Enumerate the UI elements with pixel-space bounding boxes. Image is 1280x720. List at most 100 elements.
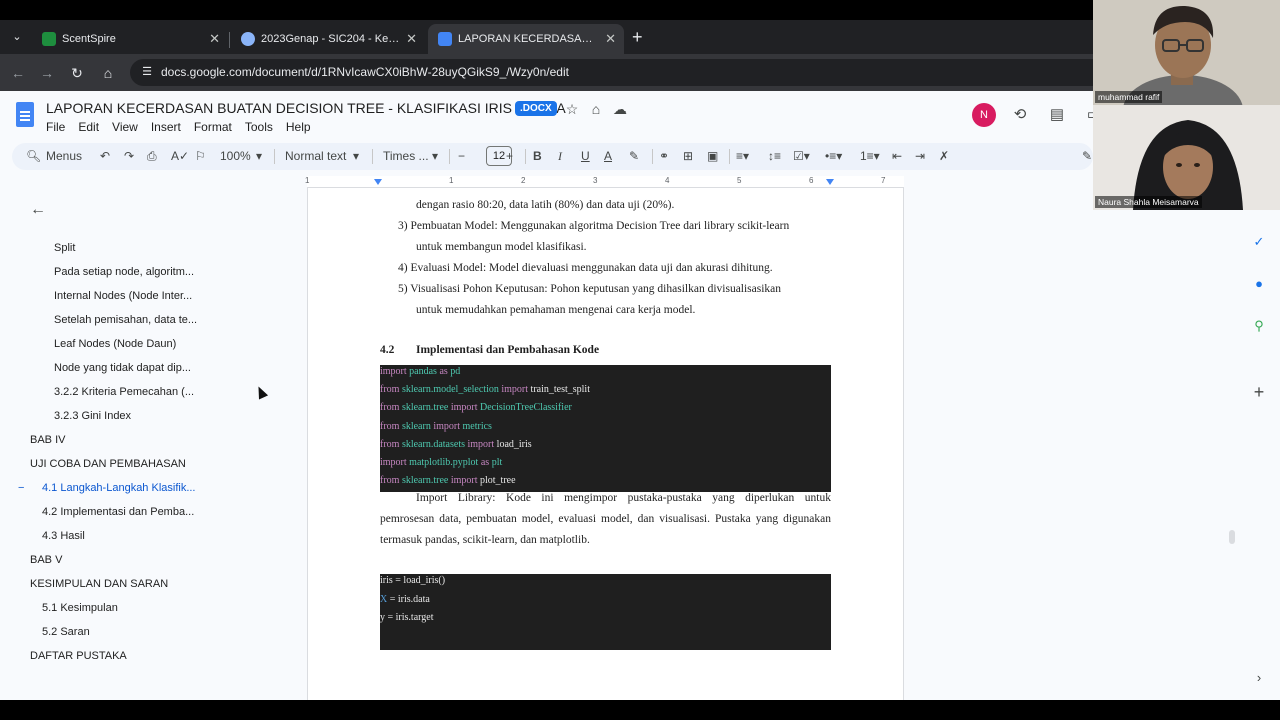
maps-icon[interactable]: ⚲ — [1251, 318, 1267, 334]
browser-tab-active[interactable]: LAPORAN KECERDASAN BUATAN ✕ — [428, 24, 624, 54]
close-outline-arrow-icon[interactable]: ← — [30, 201, 46, 219]
outline-item[interactable]: DAFTAR PUSTAKA — [30, 650, 127, 662]
increase-font-size-icon[interactable]: + — [506, 147, 513, 165]
outline-item[interactable]: BAB IV — [30, 434, 65, 446]
print-icon[interactable]: ⎙ — [147, 147, 157, 165]
close-tab-icon[interactable]: ✕ — [406, 24, 417, 54]
right-indent-marker[interactable] — [826, 179, 834, 185]
menu-edit[interactable]: Edit — [78, 120, 99, 134]
line-spacing-icon[interactable]: ↕≡ — [768, 147, 781, 165]
expand-panel-chevron-icon[interactable]: › — [1251, 670, 1267, 686]
redo-icon[interactable]: ↷ — [124, 147, 134, 165]
outline-item[interactable]: 4.2 Implementasi dan Pemba... — [42, 506, 194, 518]
address-bar[interactable]: ☰ docs.google.com/document/d/1RNvIcawCX0… — [130, 59, 1093, 86]
cloud-status-icon[interactable]: ☁ — [611, 100, 629, 118]
participant-name-1: muhammad rafif — [1095, 91, 1163, 103]
outline-item[interactable]: 4.3 Hasil — [42, 530, 85, 542]
reload-icon[interactable]: ↻ — [68, 64, 86, 82]
text-color-icon[interactable]: A — [604, 147, 612, 165]
code-token: import — [433, 420, 463, 432]
insert-link-icon[interactable]: ⚭ — [659, 147, 669, 165]
back-arrow-icon[interactable]: ← — [9, 64, 27, 82]
browser-tab-2[interactable]: 2023Genap - SIC204 - Kecerdas ✕ — [231, 24, 425, 54]
menu-view[interactable]: View — [112, 120, 138, 134]
style-select[interactable]: Normal text — [285, 147, 346, 165]
outline-item[interactable]: UJI COBA DAN PEMBAHASAN — [30, 458, 186, 470]
spellcheck-icon[interactable]: A✓ — [171, 147, 189, 165]
decrease-font-size-icon[interactable]: − — [458, 147, 465, 165]
outline-item[interactable]: 5.2 Saran — [42, 626, 90, 638]
outline-item[interactable]: Node yang tidak dapat dip... — [54, 362, 191, 374]
document-page[interactable]: dengan rasio 80:20, data latih (80%) dan… — [307, 188, 904, 700]
home-icon[interactable]: ⌂ — [99, 64, 117, 82]
search-menus-icon[interactable]: 🔍︎ — [26, 147, 41, 165]
chevron-down-icon[interactable]: ▾ — [353, 147, 359, 165]
tab-search-icon[interactable]: ⌄ — [8, 28, 26, 46]
docs-logo-icon[interactable] — [16, 102, 34, 127]
menu-file[interactable]: File — [46, 120, 65, 134]
contacts-icon[interactable]: ● — [1251, 276, 1267, 292]
outline-item[interactable]: 4.1 Langkah-Langkah Klasifik... — [42, 482, 196, 494]
menu-tools[interactable]: Tools — [245, 120, 273, 134]
move-folder-icon[interactable]: ⌂ — [587, 100, 605, 118]
numbered-list-icon[interactable]: 1≡▾ — [860, 147, 880, 165]
decrease-indent-icon[interactable]: ⇤ — [892, 147, 902, 165]
close-tab-icon[interactable]: ✕ — [209, 24, 220, 54]
toolbar-divider — [274, 149, 275, 164]
code-token: plot_tree — [480, 475, 516, 487]
ruler-number: 5 — [737, 176, 742, 185]
clear-formatting-icon[interactable]: ✗ — [939, 147, 949, 165]
code-token: pd — [450, 366, 461, 377]
chevron-down-icon[interactable]: ▾ — [256, 147, 262, 165]
tasks-icon[interactable]: ✓ — [1251, 234, 1267, 250]
increase-indent-icon[interactable]: ⇥ — [915, 147, 925, 165]
font-select[interactable]: Times ... — [383, 147, 429, 165]
underline-icon[interactable]: U — [581, 147, 590, 165]
insert-image-icon[interactable]: ▣ — [707, 147, 718, 165]
outline-item[interactable]: Setelah pemisahan, data te... — [54, 314, 197, 326]
code-line: import pandas as pd — [380, 366, 460, 377]
history-icon[interactable]: ⟲ — [1010, 105, 1030, 125]
menu-format[interactable]: Format — [194, 120, 232, 134]
close-tab-icon[interactable]: ✕ — [605, 24, 616, 54]
undo-icon[interactable]: ↶ — [100, 147, 110, 165]
bulleted-list-icon[interactable]: •≡▾ — [825, 147, 842, 165]
browser-tab-1[interactable]: ScentSpire ✕ — [32, 24, 228, 54]
new-tab-icon[interactable]: + — [632, 28, 643, 46]
ruler-number: 3 — [593, 176, 598, 185]
collaborator-avatar[interactable]: N — [972, 103, 996, 127]
url-text: docs.google.com/document/d/1RNvIcawCX0iB… — [161, 65, 569, 79]
outline-item[interactable]: BAB V — [30, 554, 62, 566]
scrollbar-thumb[interactable] — [1229, 530, 1235, 544]
zoom-select[interactable]: 100% — [220, 147, 251, 165]
checklist-icon[interactable]: ☑▾ — [793, 147, 810, 165]
star-icon[interactable]: ☆ — [563, 100, 581, 118]
code-token: sklearn — [401, 420, 434, 432]
align-icon[interactable]: ≡▾ — [736, 147, 749, 165]
forward-arrow-icon[interactable]: → — [38, 64, 56, 82]
outline-item[interactable]: Pada setiap node, algoritm... — [54, 266, 194, 278]
outline-item[interactable]: 3.2.2 Kriteria Pemecahan (... — [54, 386, 194, 398]
chevron-down-icon[interactable]: ▾ — [432, 147, 438, 165]
italic-icon[interactable]: I — [558, 147, 562, 165]
bold-icon[interactable]: B — [533, 147, 542, 165]
outline-item[interactable]: Split — [54, 242, 75, 254]
get-addons-icon[interactable]: + — [1251, 383, 1267, 401]
site-info-icon[interactable]: ☰ — [140, 65, 154, 79]
code-token: from — [380, 384, 402, 396]
outline-item[interactable]: 5.1 Kesimpulan — [42, 602, 118, 614]
document-title[interactable]: LAPORAN KECERDASAN BUATAN DECISION TREE … — [46, 100, 566, 116]
search-menus-label[interactable]: Menus — [46, 147, 82, 165]
editing-mode-icon[interactable]: ✎ — [1082, 147, 1092, 165]
highlight-icon[interactable]: ✎ — [629, 147, 639, 165]
left-indent-marker[interactable] — [374, 179, 382, 185]
add-comment-icon[interactable]: ⊞ — [683, 147, 693, 165]
outline-item[interactable]: Leaf Nodes (Node Daun) — [54, 338, 176, 350]
menu-insert[interactable]: Insert — [151, 120, 181, 134]
outline-item[interactable]: KESIMPULAN DAN SARAN — [30, 578, 168, 590]
outline-item[interactable]: Internal Nodes (Node Inter... — [54, 290, 192, 302]
menu-help[interactable]: Help — [286, 120, 311, 134]
outline-item[interactable]: 3.2.3 Gini Index — [54, 410, 131, 422]
paint-format-icon[interactable]: ⚐ — [195, 147, 206, 165]
comments-icon[interactable]: ▤ — [1047, 105, 1067, 125]
